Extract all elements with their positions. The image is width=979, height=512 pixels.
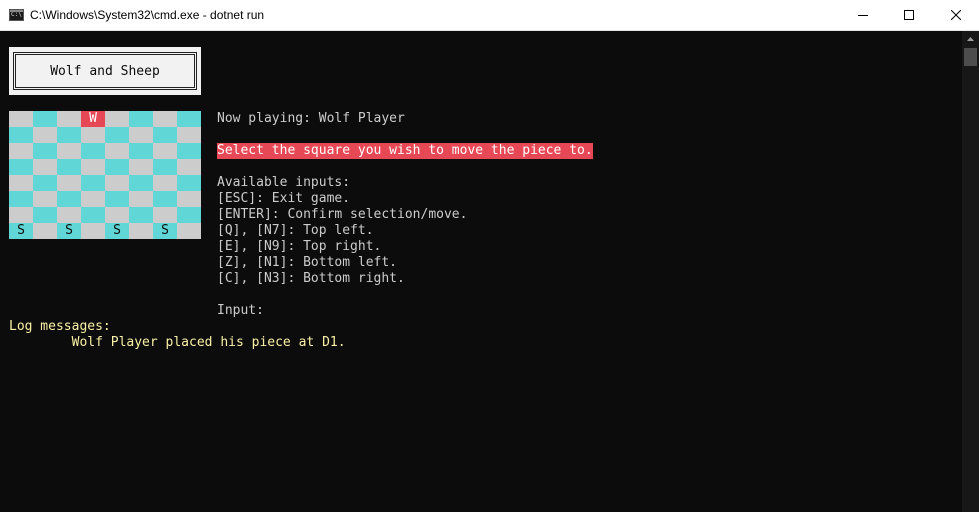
close-button[interactable]	[933, 0, 979, 30]
scroll-thumb[interactable]	[964, 48, 977, 66]
board-square: S	[153, 223, 177, 239]
input-hint: [C], [N3]: Bottom right.	[217, 271, 405, 286]
close-icon	[951, 10, 961, 20]
board-square	[33, 127, 57, 143]
input-prompt[interactable]: Input:	[217, 303, 264, 319]
board-square	[81, 223, 105, 239]
board-square	[57, 207, 81, 223]
board-square	[129, 159, 153, 175]
minimize-button[interactable]	[840, 0, 886, 30]
board-square	[105, 143, 129, 159]
board-square	[57, 143, 81, 159]
board-square	[177, 111, 201, 127]
sheep-piece: S	[113, 223, 121, 238]
board-square	[129, 207, 153, 223]
board-square	[105, 175, 129, 191]
input-hint: [Z], [N1]: Bottom left.	[217, 255, 398, 270]
wolf-piece: W	[89, 111, 97, 126]
board-square: S	[105, 223, 129, 239]
log-heading: Log messages:	[9, 319, 111, 334]
board-square	[177, 143, 201, 159]
board-square	[129, 111, 153, 127]
now-playing: Now playing: Wolf Player	[217, 111, 405, 126]
board-square	[9, 159, 33, 175]
board-square	[81, 207, 105, 223]
board-square	[177, 223, 201, 239]
board-square	[33, 159, 57, 175]
board-square	[105, 191, 129, 207]
board-square	[33, 207, 57, 223]
window-titlebar[interactable]: C:\ C:\Windows\System32\cmd.exe - dotnet…	[0, 0, 979, 31]
board-square	[33, 223, 57, 239]
board-square	[177, 127, 201, 143]
board-square	[9, 111, 33, 127]
board-square	[81, 159, 105, 175]
board-square	[9, 127, 33, 143]
board-square	[33, 175, 57, 191]
sheep-piece: S	[65, 223, 73, 238]
board-square	[33, 111, 57, 127]
board-square	[153, 159, 177, 175]
board-square	[129, 127, 153, 143]
board-square	[177, 191, 201, 207]
maximize-button[interactable]	[886, 0, 932, 30]
chevron-up-icon	[967, 37, 974, 41]
log-message: Wolf Player placed his piece at D1.	[9, 335, 346, 350]
board-square	[9, 175, 33, 191]
board-square	[177, 175, 201, 191]
game-title-box: Wolf and Sheep	[9, 47, 201, 95]
board-square	[105, 207, 129, 223]
input-hint: [E], [N9]: Top right.	[217, 239, 382, 254]
maximize-icon	[904, 10, 914, 20]
board-square	[9, 143, 33, 159]
board-square	[153, 127, 177, 143]
window-title: C:\Windows\System32\cmd.exe - dotnet run	[30, 8, 265, 22]
inputs-heading: Available inputs:	[217, 175, 351, 190]
board-square	[57, 159, 81, 175]
game-board: W S S S S	[9, 111, 201, 239]
board-square	[153, 207, 177, 223]
input-hint: [Q], [N7]: Top left.	[217, 223, 374, 238]
input-hint: [ENTER]: Confirm selection/move.	[217, 207, 468, 222]
scroll-up-arrow[interactable]	[962, 33, 979, 45]
sheep-piece: S	[17, 223, 25, 238]
board-square	[105, 159, 129, 175]
board-square	[81, 127, 105, 143]
board-square	[105, 111, 129, 127]
board-square	[129, 223, 153, 239]
console-output[interactable]	[0, 31, 962, 512]
board-square	[81, 175, 105, 191]
board-square	[129, 175, 153, 191]
board-square	[33, 143, 57, 159]
board-square	[153, 175, 177, 191]
board-square	[177, 207, 201, 223]
board-square	[57, 191, 81, 207]
board-square	[33, 191, 57, 207]
board-square	[57, 127, 81, 143]
game-title: Wolf and Sheep	[13, 52, 197, 90]
board-square	[153, 111, 177, 127]
board-square	[177, 159, 201, 175]
vertical-scrollbar[interactable]	[962, 31, 979, 512]
board-square	[129, 143, 153, 159]
board-square: S	[57, 223, 81, 239]
board-square	[81, 191, 105, 207]
board-square	[105, 127, 129, 143]
board-square	[57, 111, 81, 127]
board-square	[153, 191, 177, 207]
board-square	[9, 191, 33, 207]
input-hint: [ESC]: Exit game.	[217, 191, 351, 206]
board-square	[153, 143, 177, 159]
board-square: W	[81, 111, 105, 127]
minimize-icon	[858, 15, 868, 16]
sheep-piece: S	[161, 223, 169, 238]
board-square	[129, 191, 153, 207]
board-square: S	[9, 223, 33, 239]
board-square	[57, 175, 81, 191]
board-square	[81, 143, 105, 159]
board-square	[9, 207, 33, 223]
instruction-message: Select the square you wish to move the p…	[217, 143, 593, 159]
console-app-icon[interactable]: C:\	[9, 9, 24, 21]
